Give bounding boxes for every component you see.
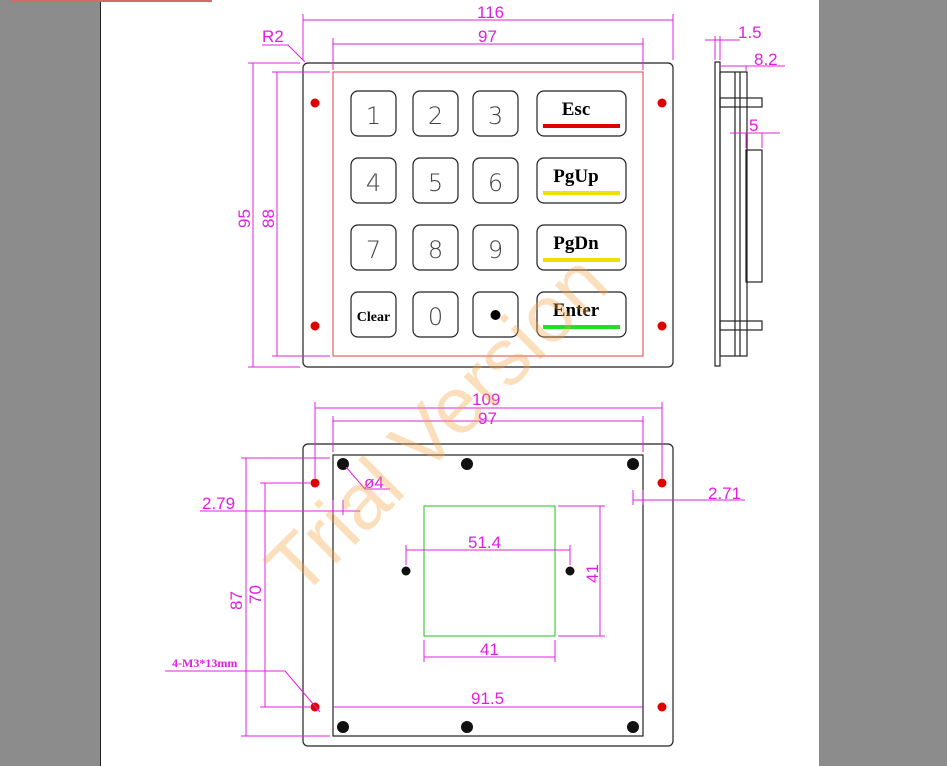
key-label: 7 xyxy=(366,236,381,264)
key-label: 1 xyxy=(366,102,381,130)
key-2[interactable]: 2 xyxy=(412,90,459,137)
key-label: 8 xyxy=(428,236,443,264)
key-label: Clear xyxy=(357,310,390,325)
mount-hole xyxy=(310,98,320,108)
screw-hole xyxy=(461,721,473,733)
key-label: 9 xyxy=(488,236,503,264)
mount-hole xyxy=(657,478,667,488)
key-9[interactable]: 9 xyxy=(472,224,519,271)
keypad-drawing: 1 2 34 5 67 8 9Clear 0EscPgUpPgDnEnter 116 97 9… xyxy=(165,3,785,747)
key-label: PgUp xyxy=(553,166,598,187)
side-view: 1.5 8.2 5 xyxy=(705,23,785,367)
key-label: 4 xyxy=(366,169,381,197)
dim-window-width: 41 xyxy=(480,640,499,659)
key-esc[interactable]: Esc xyxy=(536,90,627,137)
mount-hole xyxy=(310,321,320,331)
dim-height-holes: 70 xyxy=(246,585,265,604)
dim-width-inner: 97 xyxy=(478,27,497,46)
screw-hole xyxy=(627,458,639,470)
dim-window-holes: 51.4 xyxy=(468,533,501,552)
key-0[interactable]: 0 xyxy=(412,291,459,338)
screw-hole xyxy=(401,566,411,576)
dim-height-outer: 95 xyxy=(235,209,254,228)
dim-right-offset: 2.71 xyxy=(708,484,741,503)
dim-height-inner: 88 xyxy=(259,209,278,228)
screw-hole xyxy=(627,721,639,733)
key-color-bar xyxy=(543,191,620,195)
dim-radius: R2 xyxy=(262,27,284,46)
key-label: 3 xyxy=(488,102,503,130)
dim-width-outer: 116 xyxy=(477,3,504,22)
dim-left-offset: 2.79 xyxy=(202,494,235,513)
dim-plate: 1.5 xyxy=(738,23,762,42)
dim-offset: 5 xyxy=(749,116,758,135)
screw-spec-label: 4-M3*13mm xyxy=(172,656,237,670)
document-viewer: 1 2 3 4 5 6 7 8 9 Clear 0 Esc PgUp PgDn Enter 116 97 9… xyxy=(0,0,947,766)
key-1[interactable]: 1 xyxy=(350,90,397,137)
key-4[interactable]: 4 xyxy=(350,157,397,204)
key-label: Esc xyxy=(562,99,591,120)
key-label: 0 xyxy=(428,303,443,331)
key-6[interactable]: 6 xyxy=(472,157,519,204)
screw-hole xyxy=(337,721,349,733)
key-label: 2 xyxy=(428,102,443,130)
key-clear[interactable]: Clear xyxy=(350,291,397,338)
key-label: 6 xyxy=(488,169,503,197)
screw-hole xyxy=(565,566,575,576)
dim-bottom-width: 91.5 xyxy=(471,689,504,708)
mount-hole xyxy=(657,98,667,108)
mount-hole xyxy=(657,321,667,331)
dim-window-height: 41 xyxy=(583,564,602,583)
key-color-bar xyxy=(543,124,620,128)
dim-depth: 8.2 xyxy=(754,50,778,69)
key-pgup[interactable]: PgUp xyxy=(536,157,627,204)
key-5[interactable]: 5 xyxy=(412,157,459,204)
key-3[interactable]: 3 xyxy=(472,90,519,137)
dim-height-outer: 87 xyxy=(227,591,246,610)
key-label: 5 xyxy=(428,169,443,197)
mount-hole xyxy=(657,702,667,712)
pcb-window xyxy=(423,505,556,637)
key-8[interactable]: 8 xyxy=(412,224,459,271)
key-7[interactable]: 7 xyxy=(350,224,397,271)
